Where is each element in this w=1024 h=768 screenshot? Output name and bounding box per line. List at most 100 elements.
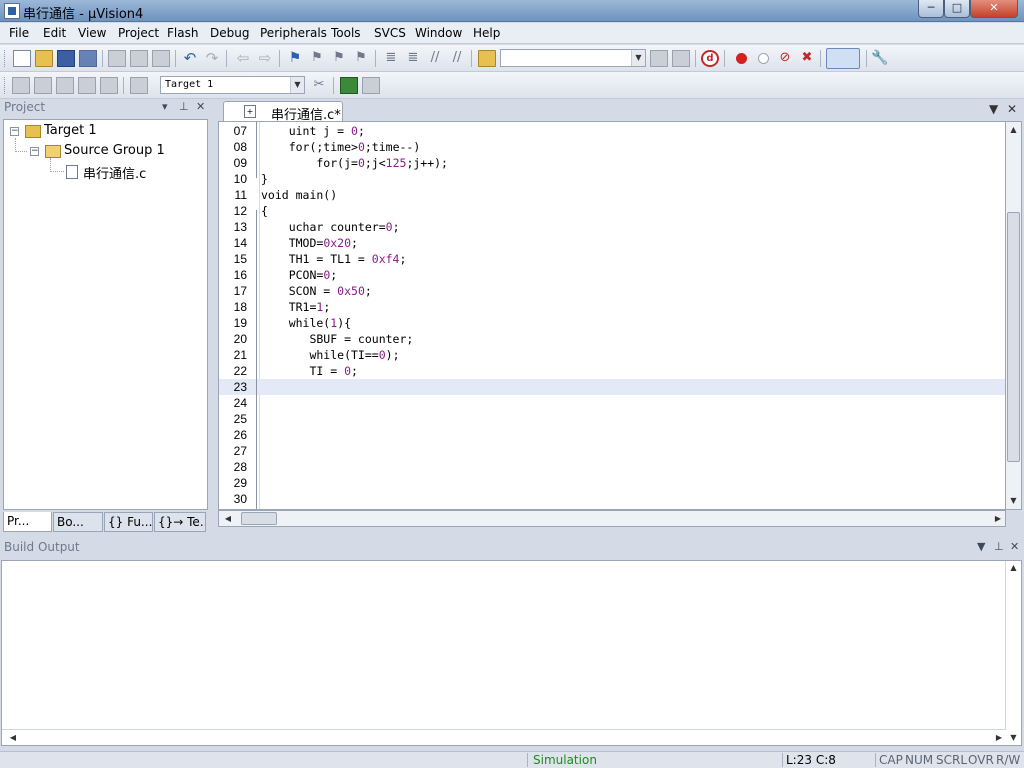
- code-line[interactable]: 28: [219, 459, 1005, 475]
- navigate-back-icon[interactable]: ⇦: [234, 50, 252, 67]
- code-line[interactable]: 17 SCON = 0x50;: [219, 283, 1005, 299]
- comment-icon[interactable]: //: [426, 50, 444, 67]
- line-code[interactable]: uint j = 0;: [261, 123, 365, 139]
- code-line[interactable]: 30: [219, 491, 1005, 507]
- scroll-down-icon[interactable]: ▼: [1006, 731, 1021, 745]
- find-icon[interactable]: [650, 50, 668, 67]
- open-file-icon[interactable]: [35, 50, 53, 67]
- line-code[interactable]: for(j=0;j<125;j++);: [261, 155, 448, 171]
- incremental-find-icon[interactable]: [672, 50, 690, 67]
- pin-icon[interactable]: ⊥: [179, 100, 189, 113]
- code-line[interactable]: 07 uint j = 0;: [219, 123, 1005, 139]
- bookmark-next-icon[interactable]: ⚑: [330, 50, 348, 67]
- scroll-right-icon[interactable]: ▶: [991, 511, 1005, 526]
- save-all-icon[interactable]: [79, 50, 97, 67]
- code-line[interactable]: 25: [219, 411, 1005, 427]
- pin-icon[interactable]: ⊥: [994, 540, 1004, 553]
- code-line[interactable]: 11 void main(): [219, 187, 1005, 203]
- line-code[interactable]: TMOD=0x20;: [261, 235, 358, 251]
- manage-components-icon[interactable]: [340, 77, 358, 94]
- code-line[interactable]: 12 {: [219, 203, 1005, 219]
- scroll-right-icon[interactable]: ▶: [992, 730, 1006, 745]
- download-load-icon[interactable]: [130, 77, 148, 94]
- fold-marker[interactable]: [256, 122, 260, 178]
- close-button[interactable]: ✕: [970, 0, 1018, 18]
- line-code[interactable]: SBUF = counter;: [261, 331, 413, 347]
- paste-icon[interactable]: [152, 50, 170, 67]
- menu-view[interactable]: View: [78, 26, 106, 40]
- navigate-forward-icon[interactable]: ⇨: [256, 50, 274, 67]
- chevron-down-icon[interactable]: ▼: [290, 77, 304, 93]
- line-code[interactable]: uchar counter=0;: [261, 219, 400, 235]
- menu-project[interactable]: Project: [118, 26, 159, 40]
- configure-wrench-icon[interactable]: 🔧: [871, 50, 889, 67]
- save-icon[interactable]: [57, 50, 75, 67]
- code-line[interactable]: 18 TR1=1;: [219, 299, 1005, 315]
- code-line[interactable]: 13 uchar counter=0;: [219, 219, 1005, 235]
- close-file-icon[interactable]: ✕: [1007, 102, 1017, 116]
- code-line[interactable]: 29: [219, 475, 1005, 491]
- scrollbar-thumb[interactable]: [241, 512, 277, 525]
- code-line[interactable]: 08 for(;time>0;time--): [219, 139, 1005, 155]
- start-debug-icon[interactable]: d: [701, 50, 719, 67]
- scrollbar-thumb[interactable]: [1007, 212, 1020, 462]
- tab-functions[interactable]: {} Fu...: [104, 512, 153, 532]
- code-line[interactable]: 23: [219, 379, 1005, 395]
- build-horizontal-scrollbar[interactable]: ◀ ▶: [2, 729, 1006, 745]
- minimize-button[interactable]: ─: [918, 0, 944, 18]
- rebuild-icon[interactable]: [56, 77, 74, 94]
- code-line[interactable]: 14 TMOD=0x20;: [219, 235, 1005, 251]
- uncomment-icon[interactable]: //: [448, 50, 466, 67]
- menu-peripherals[interactable]: Peripherals: [260, 26, 327, 40]
- bookmark-clear-icon[interactable]: ⚑: [352, 50, 370, 67]
- line-code[interactable]: TR1=1;: [261, 299, 331, 315]
- fold-marker[interactable]: [256, 210, 260, 509]
- bookmark-prev-icon[interactable]: ⚑: [308, 50, 326, 67]
- target-selector[interactable]: Target 1 ▼: [160, 76, 305, 94]
- menu-svcs[interactable]: SVCS: [374, 26, 406, 40]
- toolbar-grip[interactable]: [4, 50, 7, 67]
- find-combo[interactable]: ▼: [500, 49, 646, 67]
- enable-breakpoint-icon[interactable]: [758, 53, 769, 64]
- build-output-text[interactable]: ▲ ▼ ◀ ▶: [1, 560, 1022, 746]
- code-line[interactable]: 26: [219, 427, 1005, 443]
- code-line[interactable]: 24: [219, 395, 1005, 411]
- tab-list-dropdown-icon[interactable]: ▼: [989, 102, 998, 116]
- scroll-up-icon[interactable]: ▲: [1006, 561, 1021, 575]
- line-code[interactable]: TI = 0;: [261, 363, 358, 379]
- build-vertical-scrollbar[interactable]: ▲ ▼: [1005, 561, 1021, 745]
- kill-all-breakpoints-icon[interactable]: ✖: [798, 50, 816, 67]
- code-line[interactable]: 09 for(j=0;j<125;j++);: [219, 155, 1005, 171]
- indent-icon[interactable]: ≣: [382, 50, 400, 67]
- line-code[interactable]: }: [261, 171, 268, 187]
- scroll-up-icon[interactable]: ▲: [1006, 122, 1021, 138]
- close-pane-icon[interactable]: ✕: [196, 100, 205, 113]
- menu-edit[interactable]: Edit: [43, 26, 66, 40]
- tree-item-source-file[interactable]: 串行通信.c: [8, 163, 198, 182]
- scroll-left-icon[interactable]: ◀: [6, 730, 20, 745]
- cut-icon[interactable]: [108, 50, 126, 67]
- tab-project[interactable]: Pr...: [3, 512, 52, 532]
- menu-tools[interactable]: Tools: [331, 26, 361, 40]
- bookmark-insert-icon[interactable]: ⚑: [286, 50, 304, 67]
- window-layout-button[interactable]: [826, 48, 860, 69]
- code-line[interactable]: 10}: [219, 171, 1005, 187]
- menu-debug[interactable]: Debug: [210, 26, 249, 40]
- disable-all-breakpoints-icon[interactable]: ⊘: [776, 50, 794, 67]
- multi-project-icon[interactable]: [362, 77, 380, 94]
- unindent-icon[interactable]: ≣: [404, 50, 422, 67]
- close-pane-icon[interactable]: ✕: [1010, 540, 1019, 553]
- tree-item-target[interactable]: − Target 1: [8, 123, 198, 141]
- pane-menu-icon[interactable]: ▾: [162, 100, 168, 113]
- undo-icon[interactable]: ↶: [181, 50, 199, 67]
- tab-books[interactable]: Bo...: [53, 512, 103, 532]
- tree-item-source-group[interactable]: − Source Group 1: [8, 143, 198, 161]
- menu-file[interactable]: File: [9, 26, 29, 40]
- chevron-down-icon[interactable]: ▼: [631, 50, 645, 66]
- code-line[interactable]: 22 TI = 0;: [219, 363, 1005, 379]
- toolbar-grip[interactable]: [4, 77, 7, 94]
- code-editor[interactable]: 07 uint j = 0; 08 for(;time>0;time--) 09 f…: [218, 121, 1006, 510]
- line-code[interactable]: for(;time>0;time--): [261, 139, 421, 155]
- code-line[interactable]: 27: [219, 443, 1005, 459]
- code-line[interactable]: 20 SBUF = counter;: [219, 331, 1005, 347]
